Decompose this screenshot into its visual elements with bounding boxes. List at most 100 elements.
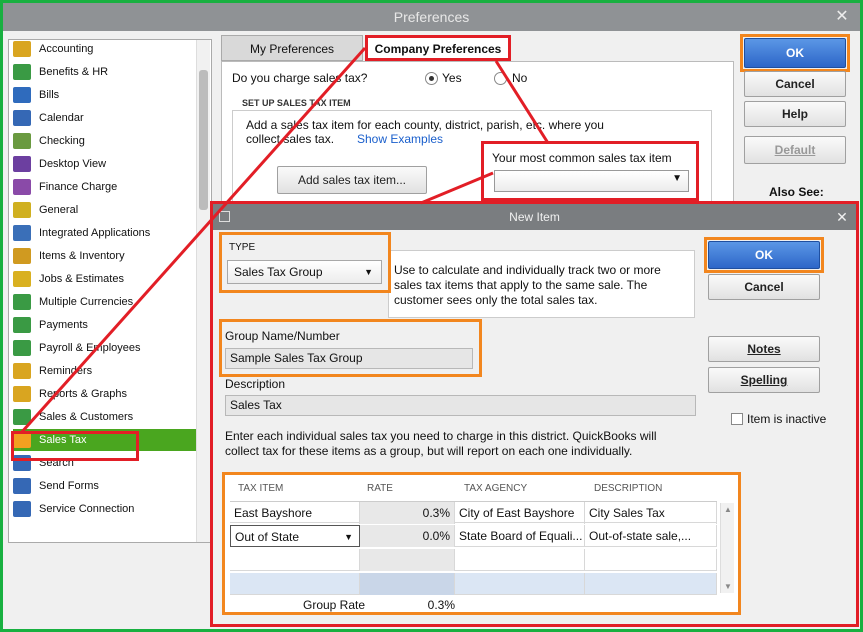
chevron-down-icon: ▼ (672, 173, 682, 184)
prefs-ok-button[interactable]: OK (744, 38, 846, 68)
sidebar-item-finance-charge[interactable]: Finance Charge (13, 176, 199, 198)
calendar-icon (13, 110, 31, 126)
sidebar-item-items-inventory[interactable]: Items & Inventory (13, 245, 199, 267)
sidebar-item-accounting[interactable]: Accounting (13, 38, 199, 60)
scrollbar-thumb[interactable] (199, 70, 208, 210)
window-title: Preferences (3, 3, 860, 31)
group-rate-label: Group Rate (303, 598, 366, 612)
table-row[interactable]: Out of State ▼ 0.0% State Board of Equal… (230, 525, 717, 547)
instructions-2: collect tax for these items as a group, … (225, 444, 633, 458)
description-label: Description (225, 377, 286, 391)
sidebar-item-send-forms[interactable]: Send Forms (13, 475, 199, 497)
new-item-dialog: New Item ✕ Use to calculate and individu… (210, 201, 859, 627)
common-item-select[interactable]: ▼ (494, 170, 689, 192)
system-menu-icon[interactable] (219, 211, 230, 222)
setup-text-1: Add a sales tax item for each county, di… (246, 118, 604, 132)
sidebar-scrollbar[interactable] (196, 40, 210, 542)
sidebar-item-payroll-employees[interactable]: Payroll & Employees (13, 337, 199, 359)
sidebar-item-label: Service Connection (39, 503, 135, 515)
description-field[interactable]: Sales Tax (225, 395, 696, 416)
table-row[interactable]: East Bayshore 0.3% City of East Bayshore… (230, 501, 717, 524)
sidebar-item-label: Payments (39, 319, 88, 331)
col-header-tax-agency[interactable]: TAX AGENCY (464, 483, 527, 494)
group-name-field[interactable]: Sample Sales Tax Group (225, 348, 473, 369)
sidebar-item-checking[interactable]: Checking (13, 130, 199, 152)
sales-customers-icon (13, 409, 31, 425)
no-radio[interactable] (494, 72, 507, 85)
prefs-cancel-button[interactable]: Cancel (744, 71, 846, 97)
items-inventory-icon (13, 248, 31, 264)
col-header-rate[interactable]: RATE (367, 483, 393, 494)
sidebar-item-reports-graphs[interactable]: Reports & Graphs (13, 383, 199, 405)
jobs-estimates-icon (13, 271, 31, 287)
inactive-checkbox[interactable] (731, 413, 743, 425)
add-sales-tax-item-button[interactable]: Add sales tax item... (277, 166, 427, 194)
col-header-tax-item[interactable]: TAX ITEM (238, 483, 283, 494)
type-description-3: customer sees only the total sales tax. (394, 293, 598, 307)
cell-tax-item[interactable]: East Bayshore (230, 502, 360, 524)
sidebar-item-service-connection[interactable]: Service Connection (13, 498, 199, 520)
prefs-help-button[interactable]: Help (744, 101, 846, 127)
sidebar-item-bills[interactable]: Bills (13, 84, 199, 106)
tab-my-preferences[interactable]: My Preferences (221, 35, 363, 61)
sidebar-item-integrated-applications[interactable]: Integrated Applications (13, 222, 199, 244)
sidebar-item-sales-customers[interactable]: Sales & Customers (13, 406, 199, 428)
finance-charge-icon (13, 179, 31, 195)
sidebar-item-label: Multiple Currencies (39, 296, 134, 308)
send-forms-icon (13, 478, 31, 494)
close-icon[interactable]: ✕ (832, 3, 852, 31)
sidebar-item-benefits-hr[interactable]: Benefits & HR (13, 61, 199, 83)
group-name-label: Group Name/Number (225, 329, 340, 343)
sidebar-item-label: Calendar (39, 112, 84, 124)
cell-tax-agency: State Board of Equali... (455, 525, 585, 547)
cell-rate: 0.3% (360, 502, 455, 524)
group-rate-value: 0.3% (427, 598, 455, 612)
show-examples-link[interactable]: Show Examples (357, 132, 443, 146)
sidebar-item-label: Desktop View (39, 158, 107, 170)
prefs-default-button[interactable]: Default (744, 136, 846, 164)
payments-icon (13, 317, 31, 333)
sidebar-item-payments[interactable]: Payments (13, 314, 199, 336)
cell-description: City Sales Tax (585, 502, 717, 524)
yes-radio[interactable] (425, 72, 438, 85)
chevron-down-icon: ▼ (364, 267, 373, 277)
spelling-button[interactable]: Spelling (708, 367, 820, 393)
scroll-up-icon[interactable]: ▲ (724, 505, 732, 514)
sidebar-item-label: Finance Charge (39, 181, 118, 193)
sidebar-item-reminders[interactable]: Reminders (13, 360, 199, 382)
new-item-ok-button[interactable]: OK (708, 241, 820, 269)
accounting-icon (13, 41, 31, 57)
sidebar-item-jobs-estimates[interactable]: Jobs & Estimates (13, 268, 199, 290)
new-item-close-icon[interactable]: ✕ (834, 204, 850, 230)
scroll-down-icon[interactable]: ▼ (724, 582, 732, 591)
tax-item-grid: TAX ITEM RATE TAX AGENCY DESCRIPTION Eas… (222, 472, 741, 615)
sidebar-item-label: Checking (39, 135, 85, 147)
sales-tax-highlight (11, 431, 139, 461)
sidebar-item-general[interactable]: General (13, 199, 199, 221)
sidebar-item-multiple-currencies[interactable]: Multiple Currencies (13, 291, 199, 313)
sidebar-item-desktop-view[interactable]: Desktop View (13, 153, 199, 175)
col-header-description[interactable]: DESCRIPTION (594, 483, 662, 494)
reminders-icon (13, 363, 31, 379)
tab-company-preferences[interactable]: Company Preferences (365, 35, 511, 61)
integrated-apps-icon (13, 225, 31, 241)
reports-graphs-icon (13, 386, 31, 402)
chevron-down-icon[interactable]: ▼ (344, 526, 353, 546)
sidebar-item-label: Items & Inventory (39, 250, 125, 262)
sidebar-item-calendar[interactable]: Calendar (13, 107, 199, 129)
new-item-cancel-button[interactable]: Cancel (708, 274, 820, 300)
table-row[interactable] (230, 549, 717, 571)
notes-button[interactable]: Notes (708, 336, 820, 362)
sidebar-item-label: Accounting (39, 43, 94, 55)
cell-tax-agency: City of East Bayshore (455, 502, 585, 524)
cell-tax-item[interactable]: Out of State ▼ (230, 525, 360, 547)
payroll-icon (13, 340, 31, 356)
new-item-title: New Item (213, 204, 856, 230)
setup-text-2: collect sales tax. (246, 132, 335, 146)
table-row[interactable] (230, 573, 717, 595)
charge-tax-question: Do you charge sales tax? (232, 71, 368, 85)
sidebar-item-label: Send Forms (39, 480, 99, 492)
type-select[interactable]: Sales Tax Group ▼ (227, 260, 382, 284)
grid-scrollbar[interactable]: ▲ ▼ (720, 503, 734, 593)
multiple-currencies-icon (13, 294, 31, 310)
